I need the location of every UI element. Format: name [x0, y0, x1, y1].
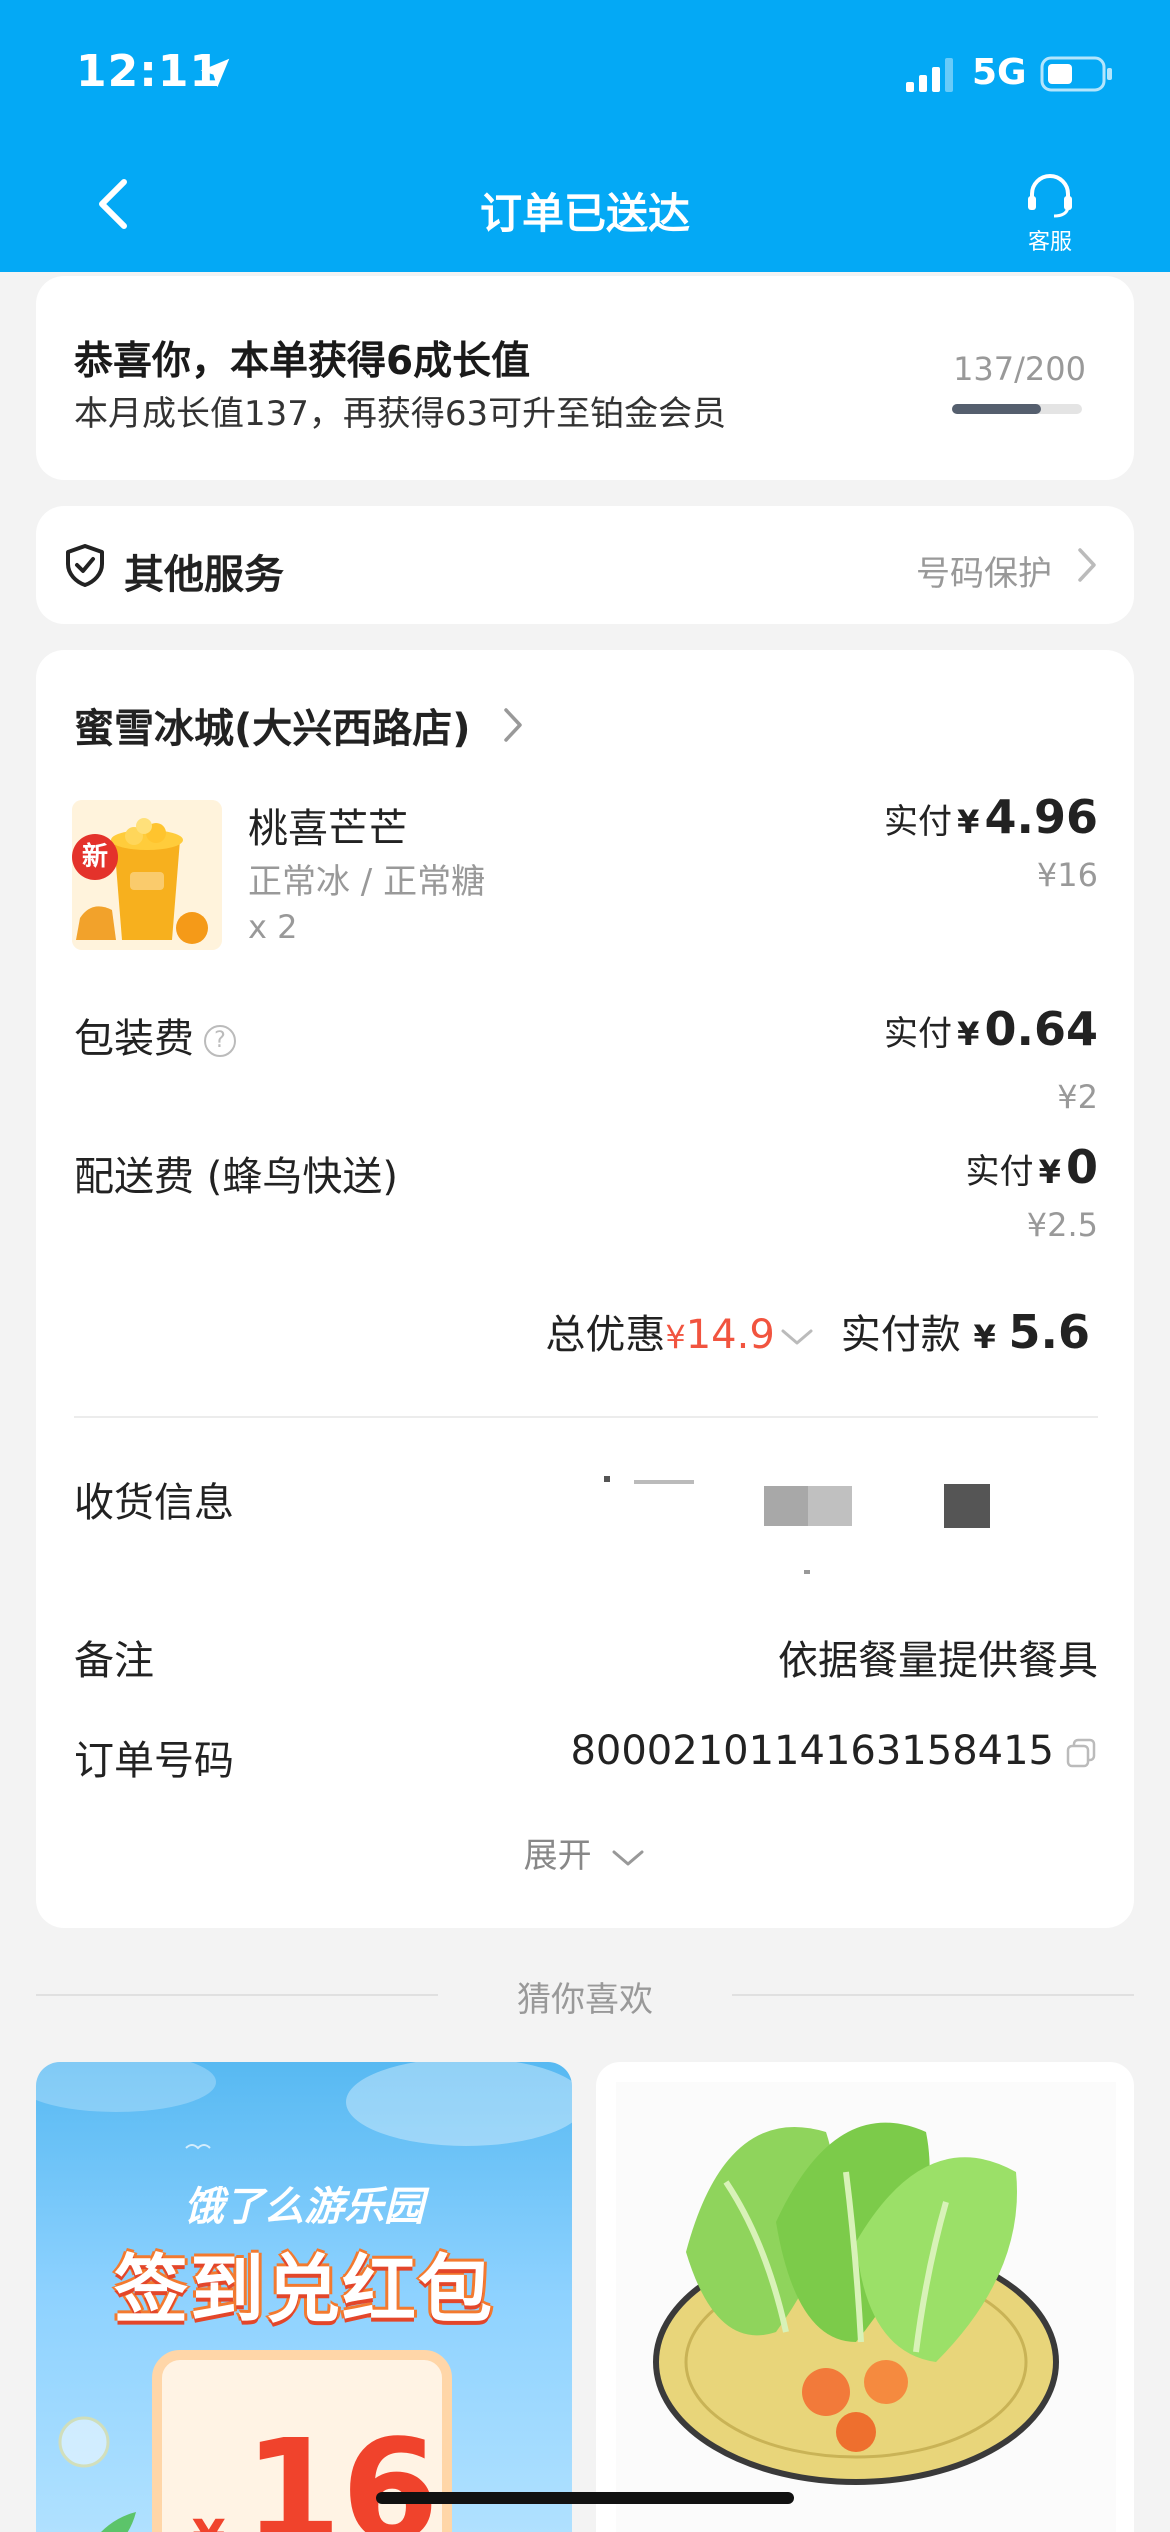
- product-paid-label: 实付: [884, 802, 953, 842]
- shop-name[interactable]: 蜜雪冰城(大兴西路店): [74, 696, 471, 754]
- battery-icon: [1040, 56, 1112, 92]
- section-divider: [74, 1416, 1098, 1418]
- header-bar: 12:11 5G 订单已送达 客服: [0, 0, 1170, 272]
- shop-name-text: 蜜雪冰城(大兴西路店): [74, 706, 471, 752]
- product-paid-yen: ¥: [957, 803, 980, 841]
- growth-title: 恭喜你，本单获得6成长值: [74, 339, 531, 384]
- leaf-decoration: [101, 2512, 136, 2532]
- coupon-yen: ¥: [192, 2510, 225, 2532]
- growth-progress-bar: [952, 404, 1082, 414]
- order-summary: 总优惠¥14.9 实付款 ¥ 5.6: [545, 1302, 1090, 1360]
- growth-subtitle: 本月成长值137，再获得63可升至铂金会员: [74, 394, 727, 434]
- delivery-paid: 实付 ¥ 0: [966, 1140, 1098, 1194]
- packaging-paid-amount: 0.64: [984, 1002, 1099, 1056]
- discount-amount: 14.9: [685, 1312, 775, 1358]
- packaging-fee: 包装费?: [74, 1006, 236, 1064]
- growth-card[interactable]: 恭喜你，本单获得6成长值 本月成长值137，再获得63可升至铂金会员 137/2…: [36, 276, 1134, 480]
- receiver-info-label: 收货信息: [74, 1480, 234, 1526]
- redacted-block: [808, 1486, 852, 1526]
- product-paid: 实付 ¥ 4.96: [884, 790, 1098, 844]
- order-number-label: 订单号码: [74, 1738, 234, 1784]
- promo-title: 签到兑红包: [114, 2247, 494, 2333]
- redacted-mark: [634, 1480, 694, 1484]
- recommend-header: 猜你喜欢: [517, 1980, 653, 2020]
- note-value: 依据餐量提供餐具: [778, 1638, 1098, 1684]
- expand-button[interactable]: 展开: [36, 1828, 1134, 1877]
- order-number: 8000210114163158415: [570, 1728, 1098, 1774]
- delivery-paid-yen: ¥: [1038, 1153, 1061, 1191]
- total-yen: ¥: [973, 1318, 996, 1356]
- total-amount: 5.6: [1008, 1305, 1091, 1359]
- customer-service-button[interactable]: 客服: [1010, 170, 1090, 256]
- other-services-title: 其他服务: [124, 552, 284, 598]
- coupon-card: ¥ 16: [152, 2350, 452, 2532]
- order-detail-card: 蜜雪冰城(大兴西路店) 新 桃喜芒芒 正常冰 / 正常糖 x 2 实付 ¥ 4.…: [36, 650, 1134, 1928]
- packaging-paid: 实付 ¥ 0.64: [884, 1002, 1098, 1056]
- lettuce-image: [616, 2082, 1116, 2532]
- chevron-right-icon: [1078, 548, 1096, 582]
- redacted-mark: [604, 1476, 610, 1482]
- number-protection-label: 号码保护: [916, 554, 1052, 594]
- location-arrow-icon: [200, 58, 230, 88]
- expand-label: 展开: [523, 1836, 592, 1876]
- discount-label: 总优惠: [545, 1312, 666, 1358]
- chevron-down-icon[interactable]: [779, 1325, 815, 1349]
- shop-chevron-right-icon[interactable]: [502, 706, 524, 744]
- discount-yen: ¥: [665, 1318, 686, 1356]
- other-services-card[interactable]: 其他服务 号码保护: [36, 506, 1134, 624]
- delivery-fee-label: 配送费 (蜂鸟快送): [74, 1154, 398, 1200]
- customer-service-label: 客服: [1027, 230, 1072, 255]
- headset-icon: [1028, 174, 1072, 218]
- network-label: 5G: [972, 52, 1027, 93]
- delivery-original-price: ¥2.5: [1026, 1206, 1098, 1244]
- home-indicator: [376, 2492, 794, 2504]
- growth-progress-fill: [952, 404, 1042, 414]
- packaging-paid-label: 实付: [884, 1014, 953, 1054]
- expand-chevron-down-icon: [612, 1850, 644, 1865]
- discount-value[interactable]: ¥14.9: [665, 1312, 774, 1358]
- growth-count: 137/200: [953, 350, 1086, 388]
- recommend-card-promo[interactable]: 饿了么游乐园 签到兑红包 ¥ 16: [36, 2062, 572, 2532]
- product-paid-amount: 4.96: [984, 790, 1099, 844]
- help-question-icon[interactable]: ?: [204, 1025, 236, 1057]
- coupon-value: 16: [244, 2410, 439, 2532]
- product-quantity: x 2: [248, 908, 298, 946]
- shield-check-icon: [66, 544, 104, 587]
- redacted-block: [764, 1486, 808, 1526]
- delivery-paid-amount: 0: [1065, 1140, 1098, 1194]
- product-image[interactable]: 新: [72, 800, 222, 950]
- product-original-price: ¥16: [1036, 856, 1098, 894]
- signal-icon: [906, 58, 953, 92]
- redacted-block: [944, 1484, 990, 1528]
- new-badge: 新: [72, 834, 118, 880]
- order-number-value: 8000210114163158415: [570, 1728, 1054, 1774]
- packaging-fee-label: 包装费: [74, 1016, 194, 1062]
- total-label: 实付款: [840, 1312, 961, 1358]
- packaging-paid-yen: ¥: [957, 1015, 980, 1053]
- note-label: 备注: [74, 1638, 154, 1684]
- park-name: 饿了么游乐园: [184, 2184, 424, 2230]
- redacted-mark: [804, 1570, 810, 1574]
- delivery-paid-label: 实付: [965, 1152, 1034, 1192]
- product-spec: 正常冰 / 正常糖: [248, 862, 486, 902]
- page-title: 订单已送达: [479, 189, 690, 238]
- copy-icon[interactable]: [1064, 1736, 1098, 1770]
- packaging-original-price: ¥2: [1057, 1078, 1098, 1116]
- product-name: 桃喜芒芒: [248, 806, 408, 852]
- recommend-card-lettuce[interactable]: [596, 2062, 1134, 2532]
- bubble-decoration: [58, 2416, 110, 2468]
